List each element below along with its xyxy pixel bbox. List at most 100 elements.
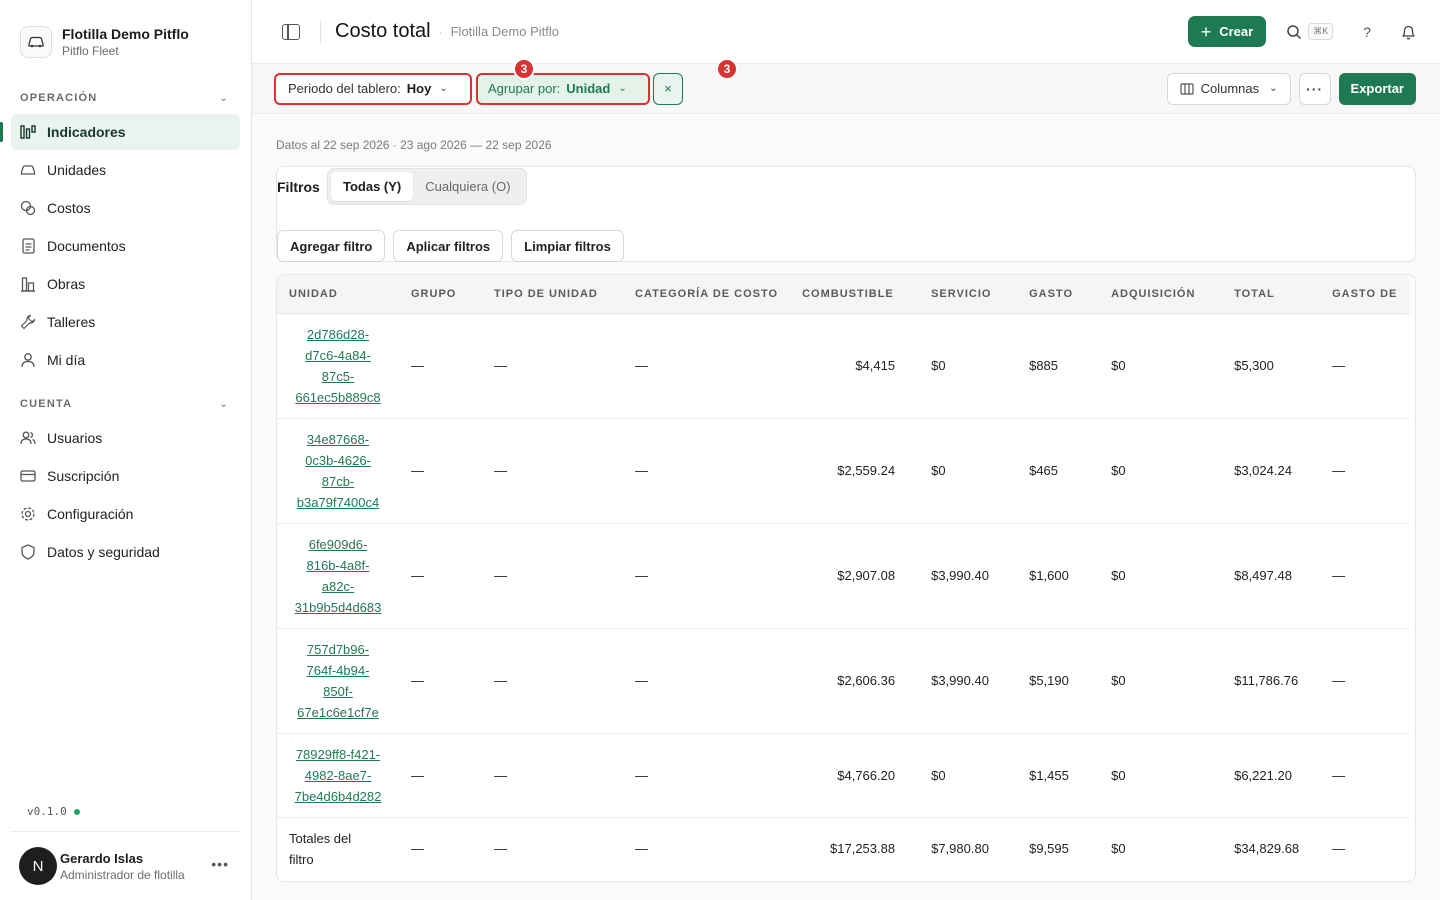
- version-text: v0.1.0: [27, 805, 67, 818]
- building-icon: [20, 276, 36, 292]
- help-icon[interactable]: ?: [1363, 24, 1371, 40]
- more-options-button[interactable]: ···: [1298, 72, 1331, 105]
- column-header-servicio[interactable]: SERVICIO: [919, 275, 1018, 314]
- unit-link[interactable]: 757d7b96-: [289, 639, 387, 660]
- grupo-cell: —: [399, 733, 482, 818]
- unit-link[interactable]: 87cb-: [289, 471, 387, 492]
- column-header-adquisicion[interactable]: ADQUISICIÓN: [1099, 275, 1223, 314]
- sidebar-toggle-icon[interactable]: [282, 23, 300, 40]
- table-row: 2d786d28- d7c6-4a84- 87c5- 661ec5b889c8 …: [277, 313, 1415, 419]
- sidebar-item-talleres[interactable]: Talleres: [11, 304, 240, 340]
- sidebar-item-suscripcion[interactable]: Suscripción: [11, 458, 240, 494]
- add-filter-button[interactable]: Agregar filtro: [277, 230, 386, 262]
- unit-link[interactable]: 0c3b-4626-: [289, 450, 387, 471]
- org-switcher[interactable]: Flotilla Demo Pitflo Pitflo Fleet: [0, 0, 251, 66]
- user-menu[interactable]: N Gerardo Islas Administrador de flotill…: [10, 831, 241, 900]
- sidebar-item-costos[interactable]: Costos: [11, 190, 240, 226]
- servicio-cell: $0: [919, 418, 1018, 524]
- unit-link[interactable]: 34e87668-: [289, 429, 387, 450]
- unit-link[interactable]: 850f-: [289, 681, 387, 702]
- columns-button[interactable]: Columnas ⌄: [1166, 72, 1291, 105]
- apply-filters-button[interactable]: Aplicar filtros: [393, 230, 504, 262]
- categoria-cell: —: [623, 733, 791, 818]
- group-by-selector[interactable]: Agrupar por: Unidad ⌄: [476, 72, 650, 105]
- sidebar-item-mi-dia[interactable]: Mi día: [11, 342, 240, 378]
- unit-link[interactable]: 67e1c6e1cf7e: [289, 702, 387, 723]
- gear-icon: [20, 506, 36, 522]
- person-icon: [20, 352, 36, 368]
- unit-cell[interactable]: 2d786d28- d7c6-4a84- 87c5- 661ec5b889c8: [277, 313, 399, 419]
- section-cuenta[interactable]: CUENTA ⌄: [0, 394, 251, 414]
- bell-icon[interactable]: [1401, 24, 1416, 40]
- column-header-gasto-de[interactable]: GASTO DE: [1320, 275, 1415, 314]
- unit-link[interactable]: 816b-4a8f-: [289, 555, 387, 576]
- grupo-cell: —: [399, 418, 482, 524]
- column-header-total[interactable]: TOTAL: [1222, 275, 1321, 314]
- unit-link[interactable]: a82c-: [289, 576, 387, 597]
- unit-link[interactable]: 7be4d6b4d282: [289, 786, 387, 807]
- unit-link[interactable]: 6fe909d6-: [289, 534, 387, 555]
- highlight-badge: 3: [716, 58, 738, 80]
- unit-link[interactable]: d7c6-4a84-: [289, 345, 387, 366]
- filter-mode-any[interactable]: Cualquiera (O): [413, 172, 522, 201]
- sidebar-item-documentos[interactable]: Documentos: [11, 228, 240, 264]
- unit-link[interactable]: b3a79f7400c4: [289, 492, 387, 513]
- toolbar: Periodo del tablero: Hoy ⌄ Agrupar por: …: [252, 58, 1440, 114]
- gasto-cell: $1,455: [1017, 733, 1100, 818]
- sidebar-item-usuarios[interactable]: Usuarios: [11, 420, 240, 456]
- chevron-down-icon: ⌄: [439, 83, 448, 94]
- period-selector[interactable]: Periodo del tablero: Hoy ⌄: [274, 72, 472, 105]
- export-button[interactable]: Exportar: [1338, 72, 1416, 105]
- gasto-de-cell: —: [1332, 841, 1346, 857]
- unit-link[interactable]: 2d786d28-: [289, 324, 387, 345]
- gasto-cell: $885: [1017, 313, 1100, 419]
- unit-link[interactable]: 87c5-: [289, 366, 387, 387]
- section-operacion[interactable]: OPERACIÓN ⌄: [0, 88, 251, 108]
- column-header-grupo[interactable]: GRUPO: [399, 275, 482, 314]
- data-range-info: Datos al 22 sep 2026 · 23 ago 2026 — 22 …: [276, 138, 552, 152]
- org-name: Flotilla Demo Pitflo: [62, 26, 189, 42]
- unit-link[interactable]: 4982-8ae7-: [289, 765, 387, 786]
- gasto-de-cell: —: [1320, 313, 1415, 419]
- filters-panel: Filtros Todas (Y) Cualquiera (O) Agregar…: [276, 166, 1416, 262]
- combustible-cell: $4,415: [790, 313, 920, 419]
- clear-filters-button[interactable]: Limpiar filtros: [511, 230, 624, 262]
- unit-cell[interactable]: 6fe909d6- 816b-4a8f- a82c- 31b9b5d4d683: [277, 523, 399, 629]
- column-header-gasto[interactable]: GASTO: [1017, 275, 1100, 314]
- unit-cell[interactable]: 78929ff8-f421- 4982-8ae7- 7be4d6b4d282: [277, 733, 399, 818]
- total-cell: $8,497.48: [1222, 523, 1321, 629]
- sidebar-item-indicadores[interactable]: Indicadores: [0, 114, 240, 150]
- sidebar-item-unidades[interactable]: Unidades: [11, 152, 240, 188]
- more-horizontal-icon[interactable]: •••: [211, 856, 229, 872]
- unit-link[interactable]: 661ec5b889c8: [289, 387, 387, 408]
- unit-cell[interactable]: 757d7b96- 764f-4b94- 850f- 67e1c6e1cf7e: [277, 628, 399, 734]
- create-button[interactable]: + Crear: [1187, 16, 1267, 47]
- sidebar-item-configuracion[interactable]: Configuración: [11, 496, 240, 532]
- search-button[interactable]: ⌘K: [1286, 23, 1334, 40]
- page-title: Costo total: [335, 20, 431, 42]
- total-cell: $3,024.24: [1222, 418, 1321, 524]
- breadcrumb-separator: ·: [438, 24, 443, 39]
- column-header-tipo[interactable]: TIPO DE UNIDAD: [482, 275, 623, 314]
- unit-link[interactable]: 78929ff8-f421-: [289, 744, 387, 765]
- gasto-de-cell: —: [1320, 523, 1415, 629]
- card-icon: [20, 468, 36, 484]
- sidebar-item-label: Configuración: [47, 506, 134, 522]
- totals-label: Totales del: [289, 830, 352, 846]
- unit-cell[interactable]: 34e87668- 0c3b-4626- 87cb- b3a79f7400c4: [277, 418, 399, 524]
- total-total-cell: $34,829.68: [1234, 841, 1300, 857]
- tipo-cell: —: [482, 523, 623, 629]
- total-cell: $5,300: [1222, 313, 1321, 419]
- scroll-fade: [1405, 275, 1415, 881]
- search-icon: [1287, 24, 1302, 39]
- column-header-combustible[interactable]: COMBUSTIBLE: [790, 275, 920, 314]
- clear-grouping-button[interactable]: ×: [653, 72, 683, 105]
- unit-link[interactable]: 764f-4b94-: [289, 660, 387, 681]
- column-header-unidad[interactable]: UNIDAD: [277, 275, 399, 314]
- sidebar-item-label: Indicadores: [47, 124, 126, 140]
- unit-link[interactable]: 31b9b5d4d683: [289, 597, 387, 618]
- sidebar-item-obras[interactable]: Obras: [11, 266, 240, 302]
- column-header-categoria[interactable]: CATEGORÍA DE COSTO: [623, 275, 791, 314]
- sidebar-item-datos-seguridad[interactable]: Datos y seguridad: [11, 534, 240, 570]
- filter-mode-all[interactable]: Todas (Y): [331, 172, 414, 201]
